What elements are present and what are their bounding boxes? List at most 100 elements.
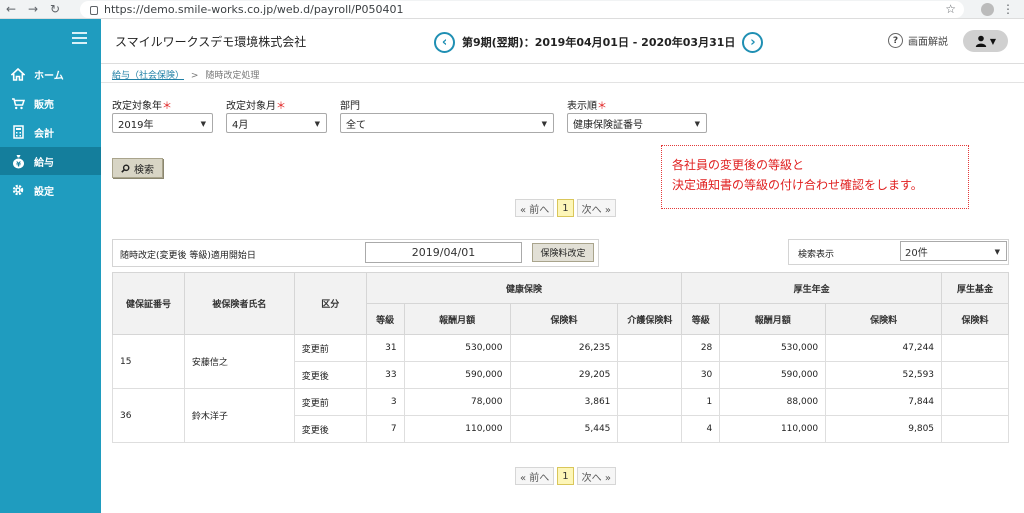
chevron-down-icon: ▼ [989, 36, 997, 46]
cell-p-grade: 28 [681, 334, 721, 362]
revision-date-input[interactable]: 2019/04/01 [365, 242, 522, 263]
col-header-premium: 保険料 [825, 303, 943, 335]
month-select-value: 4月 [232, 119, 249, 131]
next-page-button[interactable]: 次へ » [576, 467, 616, 485]
year-select[interactable]: 2019年 ▼ [112, 113, 213, 133]
cell-p-monthly: 110,000 [719, 415, 827, 443]
next-page-button[interactable]: 次へ » [576, 199, 616, 217]
col-header-care: 介護保険料 [617, 303, 683, 335]
col-header-kubun: 区分 [293, 272, 367, 335]
order-select-value: 健康保険証番号 [573, 119, 643, 131]
cell-h-monthly: 590,000 [403, 361, 511, 389]
col-header-grade: 等級 [681, 303, 721, 335]
hamburger-menu-icon[interactable] [72, 32, 87, 47]
help-label: 画面解説 [908, 37, 948, 48]
browser-menu-icon[interactable]: ⋮ [1002, 2, 1014, 16]
col-header-id: 健保証番号 [112, 272, 185, 335]
fiscal-period-switcher: ‹ 第9期(翌期)：2019年04月01日 - 2020年03月31日 › [434, 31, 764, 53]
cell-fund [941, 388, 1009, 416]
month-select[interactable]: 4月 ▼ [226, 113, 327, 133]
lock-icon [90, 6, 98, 15]
col-header-premium: 保険料 [509, 303, 619, 335]
prev-page-button[interactable]: « 前へ [515, 199, 555, 217]
cell-h-grade: 31 [365, 334, 405, 362]
cell-id: 15 [112, 334, 185, 389]
sidebar-item-accounting[interactable]: 会計 [0, 118, 101, 146]
cell-h-grade: 33 [365, 361, 405, 389]
cell-h-monthly: 78,000 [403, 388, 511, 416]
cell-fund [941, 415, 1009, 443]
question-icon: ? [888, 33, 903, 48]
required-mark: ＊ [162, 101, 172, 112]
cell-care [617, 415, 683, 443]
year-label-text: 改定対象年 [112, 101, 162, 112]
cell-h-monthly: 530,000 [403, 334, 511, 362]
breadcrumb: 給与（社会保険） > 随時改定処理 [112, 68, 259, 81]
order-label-text: 表示順 [567, 101, 597, 112]
url-text: https://demo.smile-works.co.jp/web.d/pay… [104, 3, 404, 16]
address-bar[interactable]: https://demo.smile-works.co.jp/web.d/pay… [80, 1, 964, 18]
note-line: 各社員の変更後の等級と [672, 158, 805, 172]
order-select[interactable]: 健康保険証番号 ▼ [567, 113, 707, 133]
back-icon[interactable]: ← [0, 2, 22, 16]
prev-period-icon[interactable]: ‹ [434, 31, 455, 53]
cell-kubun: 変更前 [293, 334, 367, 362]
svg-text:¥: ¥ [16, 160, 21, 168]
user-menu-button[interactable]: ▼ [963, 30, 1008, 52]
cell-p-premium: 9,805 [825, 415, 943, 443]
forward-icon[interactable]: → [22, 2, 44, 16]
calculator-icon [10, 125, 26, 139]
sidebar-item-payroll[interactable]: ¥ 給与 [0, 147, 101, 175]
fiscal-period-text: 第9期(翌期)：2019年04月01日 - 2020年03月31日 [462, 36, 736, 49]
cell-name: 鈴木洋子 [183, 388, 295, 443]
app-header: スマイルワークスデモ環境株式会社 ‹ 第9期(翌期)：2019年04月01日 -… [101, 19, 1024, 64]
current-page[interactable]: 1 [557, 199, 574, 217]
browser-profile-icon[interactable] [981, 3, 994, 16]
col-header-name: 被保険者氏名 [183, 272, 295, 335]
premium-revise-button[interactable]: 保険料改定 [532, 243, 594, 262]
per-page-box: 検索表示 20件 ▼ [788, 239, 1009, 265]
cell-name: 安藤信之 [183, 334, 295, 389]
cell-p-premium: 52,593 [825, 361, 943, 389]
year-select-value: 2019年 [118, 119, 154, 131]
cell-care [617, 334, 683, 362]
per-page-label: 検索表示 [798, 250, 835, 260]
divider [101, 82, 1024, 83]
dept-label: 部門 [340, 101, 360, 112]
user-icon [975, 35, 987, 47]
annotation-note: 各社員の変更後の等級と 決定通知書の等級の付け合わせ確認をします。 [661, 145, 969, 209]
prev-page-button[interactable]: « 前へ [515, 467, 555, 485]
cell-h-grade: 3 [365, 388, 405, 416]
breadcrumb-parent-link[interactable]: 給与（社会保険） [112, 71, 184, 81]
required-mark: ＊ [276, 101, 286, 112]
chevron-down-icon: ▼ [694, 120, 700, 128]
note-line: 決定通知書の等級の付け合わせ確認をします。 [672, 178, 923, 192]
month-label: 改定対象月＊ [226, 97, 286, 112]
dept-select-value: 全て [346, 119, 366, 131]
cell-kubun: 変更後 [293, 361, 367, 389]
col-header-health: 健康保険 [365, 272, 683, 304]
current-page[interactable]: 1 [557, 467, 574, 485]
pagination-top: « 前へ 1 次へ » [515, 198, 619, 218]
help-link[interactable]: ? 画面解説 [888, 33, 948, 48]
sidebar-item-sales[interactable]: 販売 [0, 89, 101, 117]
col-header-monthly: 報酬月額 [403, 303, 511, 335]
bookmark-star-icon[interactable]: ☆ [945, 2, 956, 16]
sidebar-item-label: 販売 [34, 99, 54, 111]
cell-h-grade: 7 [365, 415, 405, 443]
cell-h-premium: 3,861 [509, 388, 619, 416]
required-mark: ＊ [597, 101, 607, 112]
chevron-down-icon: ▼ [994, 248, 1000, 256]
search-button[interactable]: 検索 [112, 158, 163, 178]
table-row: 36 鈴木洋子 変更前 3 78,000 3,861 1 88,000 7,84… [112, 388, 1009, 443]
cell-care [617, 388, 683, 416]
cell-p-monthly: 88,000 [719, 388, 827, 416]
reload-icon[interactable]: ↻ [44, 2, 66, 16]
next-period-icon[interactable]: › [742, 31, 764, 53]
sidebar-item-settings[interactable]: 設定 [0, 176, 101, 204]
dept-select[interactable]: 全て ▼ [340, 113, 554, 133]
per-page-select[interactable]: 20件 ▼ [900, 241, 1007, 261]
chevron-down-icon: ▼ [541, 120, 547, 128]
sidebar-item-home[interactable]: ホーム [0, 60, 101, 88]
cell-p-monthly: 530,000 [719, 334, 827, 362]
